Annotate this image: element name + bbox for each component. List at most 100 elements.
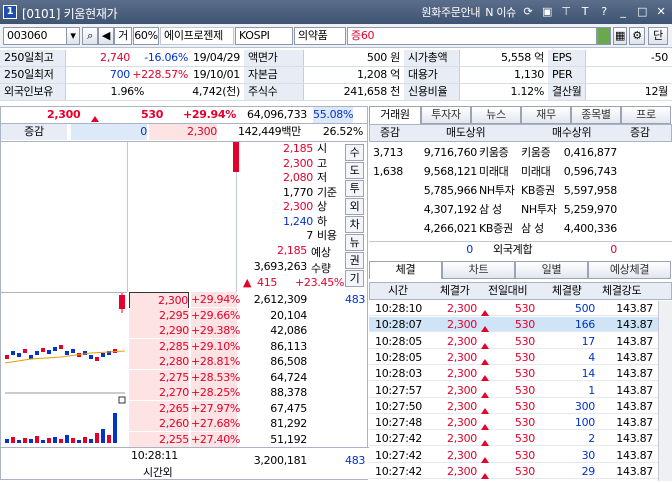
trade-tab-3[interactable]: 예상체결 [588, 261, 671, 279]
trade-row[interactable]: 10:28:03 2,300 530 14 143.87 [369, 366, 672, 382]
trade-row[interactable]: 10:28:07 2,300 530 166 143.87 [369, 317, 672, 333]
info-label: EPS [548, 50, 586, 66]
broker-buy-name: KB증권 [521, 184, 555, 197]
trade-qty: 500 [574, 302, 595, 315]
bid-price: 2,265 [129, 400, 189, 416]
trade-row[interactable]: 10:28:05 2,300 530 17 143.87 [369, 334, 672, 349]
trade-tab-0[interactable]: 체결 [369, 261, 442, 279]
trade-qty: 17 [581, 334, 596, 348]
broker-sell-name: 미래대 [479, 165, 509, 178]
maximize-icon[interactable]: □ [635, 5, 649, 19]
search-icon[interactable]: ⌕ [82, 27, 98, 45]
trade-row[interactable]: 10:27:48 2,300 530 100 143.87 [369, 415, 672, 431]
grid-icon[interactable]: ▦ [613, 27, 627, 45]
trade-row[interactable]: 10:27:42 2,300 530 2 143.87 [369, 431, 672, 447]
trade-row[interactable]: 10:28:05 2,300 530 4 143.87 [369, 350, 672, 365]
info-value: -50 [650, 51, 668, 64]
trade-change: 530 [514, 448, 535, 462]
broker-sell-qty: 9,716,760 [423, 146, 478, 159]
issue-news-link[interactable]: N 이슈 [485, 4, 516, 20]
trade-row[interactable]: 10:27:42 2,300 530 29 143.87 [369, 464, 672, 479]
trade-qty: 2 [588, 432, 595, 446]
bid-row[interactable]: 2,290 +29.38% 42,086 [127, 323, 369, 338]
gear-icon[interactable]: ⚙ [629, 27, 645, 45]
bid-row[interactable]: 2,255 +27.40% 51,192 [127, 431, 369, 447]
trade-strength: 143.87 [616, 399, 653, 413]
bid-row[interactable]: 2,260 +27.68% 81,292 [127, 416, 369, 431]
bid-qty: 2,612,309 [253, 293, 308, 306]
side-button-3[interactable]: 외 [345, 198, 364, 215]
pin-icon[interactable]: ⊤ [559, 5, 573, 19]
code-dropdown-button[interactable]: ▾ [66, 27, 80, 45]
speaker-icon[interactable]: ◀ [98, 27, 114, 45]
green-icon[interactable] [597, 27, 611, 45]
single-button[interactable]: 단 [648, 27, 668, 45]
expected-up-icon: ▲ [243, 276, 252, 289]
summary-key: 고 [317, 156, 327, 170]
mini-candle [47, 350, 51, 354]
help-icon[interactable]: ? [597, 5, 611, 19]
trade-row[interactable]: 10:27:50 2,300 530 300 143.87 [369, 399, 672, 414]
bid-row[interactable]: 2,285 +29.10% 86,113 [127, 338, 369, 354]
close-icon[interactable]: ✕ [654, 5, 668, 19]
broker-tab-1[interactable]: 투자자 [421, 106, 471, 124]
trade-change: 530 [514, 416, 535, 430]
broker-head-sell: 매도상위 [446, 126, 486, 139]
minimize-icon[interactable]: _ [616, 5, 630, 19]
broker-row[interactable]: 5,785,966 NH투자 KB증권 5,597,958 [369, 182, 672, 200]
bid-row[interactable]: 2,295 +29.66% 20,104 [127, 307, 369, 323]
mini-volume-bar [101, 429, 105, 443]
side-button-1[interactable]: 도 [345, 162, 364, 179]
trade-amount: 142,449백만 [237, 125, 301, 138]
bid-row[interactable]: 2,300 +29.94% 2,612,309 483 [127, 292, 369, 309]
bid-row[interactable]: 2,280 +28.81% 86,508 [127, 354, 369, 369]
bid-row[interactable]: 2,275 +28.53% 64,724 [127, 369, 369, 385]
broker-row[interactable]: 4,266,021 KB증권 삼 성 4,400,336 [369, 220, 672, 238]
broker-tab-3[interactable]: 재무 [521, 106, 571, 124]
market-tab[interactable]: 거 [114, 27, 132, 45]
summary-key: 비용 [317, 229, 337, 242]
broker-row[interactable]: 1,638 9,568,121 미래대 미래대 0,596,743 [369, 163, 672, 181]
bid-price: 2,270 [129, 385, 189, 400]
order-guide-link[interactable]: 원화주문안내 [421, 4, 480, 20]
bid-row[interactable]: 2,270 +28.25% 88,378 [127, 385, 369, 400]
bid-qty: 20,104 [270, 308, 307, 322]
bid-row[interactable]: 2,265 +27.97% 67,475 [127, 400, 369, 416]
broker-tab-4[interactable]: 종목별 [571, 106, 621, 124]
stock-code-input[interactable]: 003060 [3, 27, 67, 45]
trade-scrollbar[interactable] [658, 301, 672, 481]
trade-qty: 1 [588, 383, 595, 397]
mini-volume-bar [65, 435, 69, 443]
trade-row[interactable]: 10:27:57 2,300 530 1 143.87 [369, 383, 672, 398]
price-change: 530 [141, 108, 164, 121]
trade-row[interactable]: 10:28:10 2,300 530 500 143.87 [369, 301, 672, 316]
side-button-7[interactable]: 기 [345, 270, 364, 287]
broker-tab-5[interactable]: 프로 [621, 106, 671, 124]
summary-key: 기준 [317, 185, 337, 199]
trade-tab-2[interactable]: 일별 [515, 261, 588, 279]
side-button-5[interactable]: 뉴 [345, 234, 364, 251]
broker-row[interactable]: 4,307,192 삼 성 NH투자 5,259,970 [369, 201, 672, 219]
mini-volume-bar [59, 439, 63, 443]
side-button-4[interactable]: 차 [345, 216, 364, 233]
side-button-0[interactable]: 수 [345, 144, 364, 161]
bid-price: 2,295 [129, 307, 189, 323]
broker-tab-2[interactable]: 뉴스 [471, 106, 521, 124]
window-icon[interactable]: ▣ [540, 5, 554, 19]
broker-buy-name: 키움증 [521, 146, 551, 159]
refresh-icon[interactable]: ⟳ [521, 5, 535, 19]
text-size-icon[interactable]: T [578, 5, 592, 19]
side-button-6[interactable]: 권 [345, 252, 364, 269]
side-button-2[interactable]: 투 [345, 180, 364, 197]
up-arrow-icon [479, 468, 491, 483]
ratio-badge[interactable]: 60% [133, 27, 159, 45]
broker-row[interactable]: 3,713 9,716,760 키움증 키움증 0,416,877 [369, 144, 672, 162]
broker-tab-0[interactable]: 거래원 [369, 106, 421, 124]
bid-qty: 51,192 [270, 432, 307, 446]
trade-tab-1[interactable]: 차트 [442, 261, 515, 279]
mini-volume-bar [95, 433, 99, 443]
bid-qty: 42,086 [270, 324, 307, 337]
mini-volume-bar [5, 439, 9, 443]
broker-buy-name: 미래대 [521, 165, 551, 178]
trade-row[interactable]: 10:27:42 2,300 530 30 143.87 [369, 448, 672, 463]
